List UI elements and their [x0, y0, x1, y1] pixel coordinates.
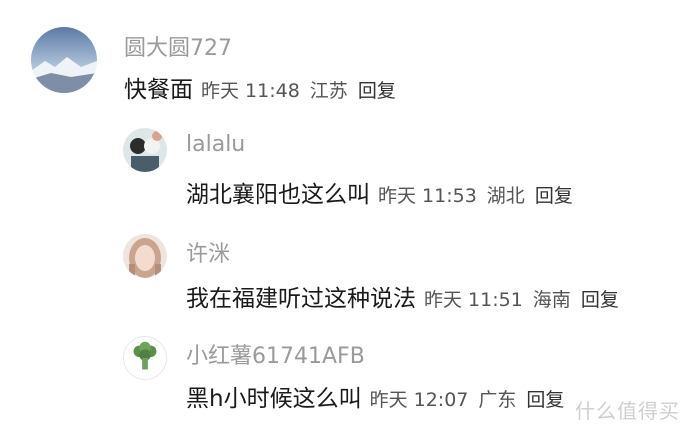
comment-time: 昨天 11:53	[378, 185, 477, 207]
username[interactable]: 圆大圆727	[124, 30, 232, 62]
comment-line: 黑h小时候这么叫 昨天 12:07 广东 回复	[186, 379, 564, 413]
comment-meta: 昨天 11:53 湖北	[378, 181, 535, 208]
comment-item: 许洣 我在福建听过这种说法 昨天 11:51 海南 回复	[0, 226, 690, 326]
username[interactable]: 许洣	[186, 236, 230, 268]
reply-button[interactable]: 回复	[358, 76, 396, 103]
comment-line: 湖北襄阳也这么叫 昨天 11:53 湖北 回复	[186, 175, 573, 209]
watermark: 什么值得买	[575, 399, 680, 423]
comment-line: 我在福建听过这种说法 昨天 11:51 海南 回复	[186, 279, 619, 313]
comment-text: 我在福建听过这种说法	[186, 286, 416, 312]
comment-location: 湖北	[486, 185, 525, 207]
comment-item: 圆大圆727 快餐面 昨天 11:48 江苏 回复	[0, 0, 690, 110]
username[interactable]: 小红薯61741AFB	[186, 338, 365, 370]
reply-button[interactable]: 回复	[581, 285, 619, 312]
comment-location: 海南	[532, 289, 571, 311]
comment-time: 昨天 12:07	[369, 389, 469, 411]
avatar[interactable]	[123, 336, 167, 380]
reply-button[interactable]: 回复	[526, 385, 564, 412]
comment-text: 湖北襄阳也这么叫	[186, 182, 370, 208]
avatar[interactable]	[123, 128, 167, 172]
comment-time: 昨天 11:48	[201, 80, 300, 102]
comment-location: 江苏	[309, 80, 348, 102]
avatar[interactable]	[31, 27, 97, 93]
comment-meta: 昨天 11:51 海南	[424, 285, 581, 312]
avatar[interactable]	[123, 234, 167, 278]
comment-time: 昨天 11:51	[424, 289, 523, 311]
comment-meta: 昨天 11:48 江苏	[201, 76, 358, 103]
comment-meta: 昨天 12:07 广东	[370, 385, 527, 412]
comment-text: 快餐面	[124, 77, 193, 103]
username[interactable]: lalalu	[186, 132, 245, 157]
comment-location: 广东	[478, 389, 517, 411]
reply-button[interactable]: 回复	[535, 181, 573, 208]
comment-text: 黑h小时候这么叫	[186, 386, 362, 412]
comment-line: 快餐面 昨天 11:48 江苏 回复	[124, 70, 396, 104]
comment-item: lalalu 湖北襄阳也这么叫 昨天 11:53 湖北 回复	[0, 120, 690, 220]
